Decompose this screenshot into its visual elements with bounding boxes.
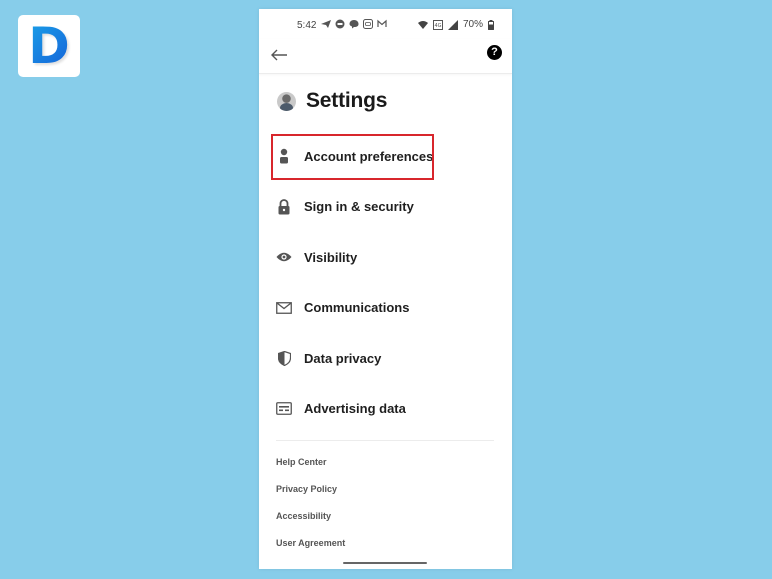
menu-item-label: Data privacy: [304, 350, 382, 366]
home-indicator[interactable]: [343, 562, 427, 564]
menu-item-data-privacy[interactable]: Data privacy: [259, 333, 512, 384]
menu-item-visibility[interactable]: Visibility: [259, 232, 512, 283]
page-title: Settings: [306, 89, 388, 112]
svg-text:4G: 4G: [434, 23, 441, 29]
help-icon: ?: [491, 46, 498, 58]
menu-item-account-preferences[interactable]: Account preferences: [259, 131, 512, 182]
shield-icon: [276, 350, 292, 366]
menu-item-sign-in-security[interactable]: Sign in & security: [259, 182, 512, 233]
site-logo: D: [18, 15, 80, 77]
menu-item-label: Account preferences: [304, 148, 434, 164]
settings-menu: Account preferences Sign in & security V…: [259, 131, 512, 434]
app-bar: ?: [259, 39, 512, 74]
menu-item-label: Visibility: [304, 249, 358, 265]
message-icon: [349, 20, 359, 29]
ad-card-icon: [276, 401, 292, 417]
logo-letter: D: [28, 17, 70, 75]
signal-icon: [447, 19, 458, 30]
footer-links: Help Center Privacy Policy Accessibility…: [276, 457, 345, 565]
wifi-icon: [417, 20, 428, 29]
gmail-icon: [377, 19, 387, 27]
page-header: Settings: [277, 89, 387, 113]
menu-item-label: Advertising data: [304, 401, 406, 417]
menu-item-communications[interactable]: Communications: [259, 283, 512, 334]
phone-screen: 5:42 4G 70% ? Settings Account preferenc…: [259, 9, 512, 569]
accessibility-link[interactable]: Accessibility: [276, 511, 345, 538]
system-icons: 4G 70%: [417, 19, 494, 30]
battery-icon: [488, 19, 494, 30]
status-time: 5:42: [297, 20, 317, 31]
menu-item-label: Sign in & security: [304, 199, 414, 215]
privacy-policy-link[interactable]: Privacy Policy: [276, 484, 345, 511]
divider: [276, 440, 494, 441]
lock-icon: [276, 198, 292, 215]
notification-icons: [321, 19, 387, 29]
envelope-icon: [276, 300, 292, 316]
avatar[interactable]: [277, 91, 296, 111]
menu-item-label: Communications: [304, 300, 410, 316]
telegram-icon: [321, 20, 331, 28]
app-icon: [363, 19, 373, 29]
volte-icon: 4G: [432, 19, 443, 30]
menu-item-advertising-data[interactable]: Advertising data: [259, 384, 512, 435]
person-icon: [276, 148, 292, 164]
help-button[interactable]: ?: [487, 45, 502, 60]
chat-bubble-icon: [335, 19, 345, 29]
user-agreement-link[interactable]: User Agreement: [276, 538, 345, 565]
eye-icon: [276, 249, 292, 265]
status-bar: 5:42 4G 70%: [259, 9, 512, 39]
help-center-link[interactable]: Help Center: [276, 457, 345, 484]
back-arrow-icon[interactable]: [269, 44, 291, 66]
battery-percent: 70%: [462, 19, 483, 30]
